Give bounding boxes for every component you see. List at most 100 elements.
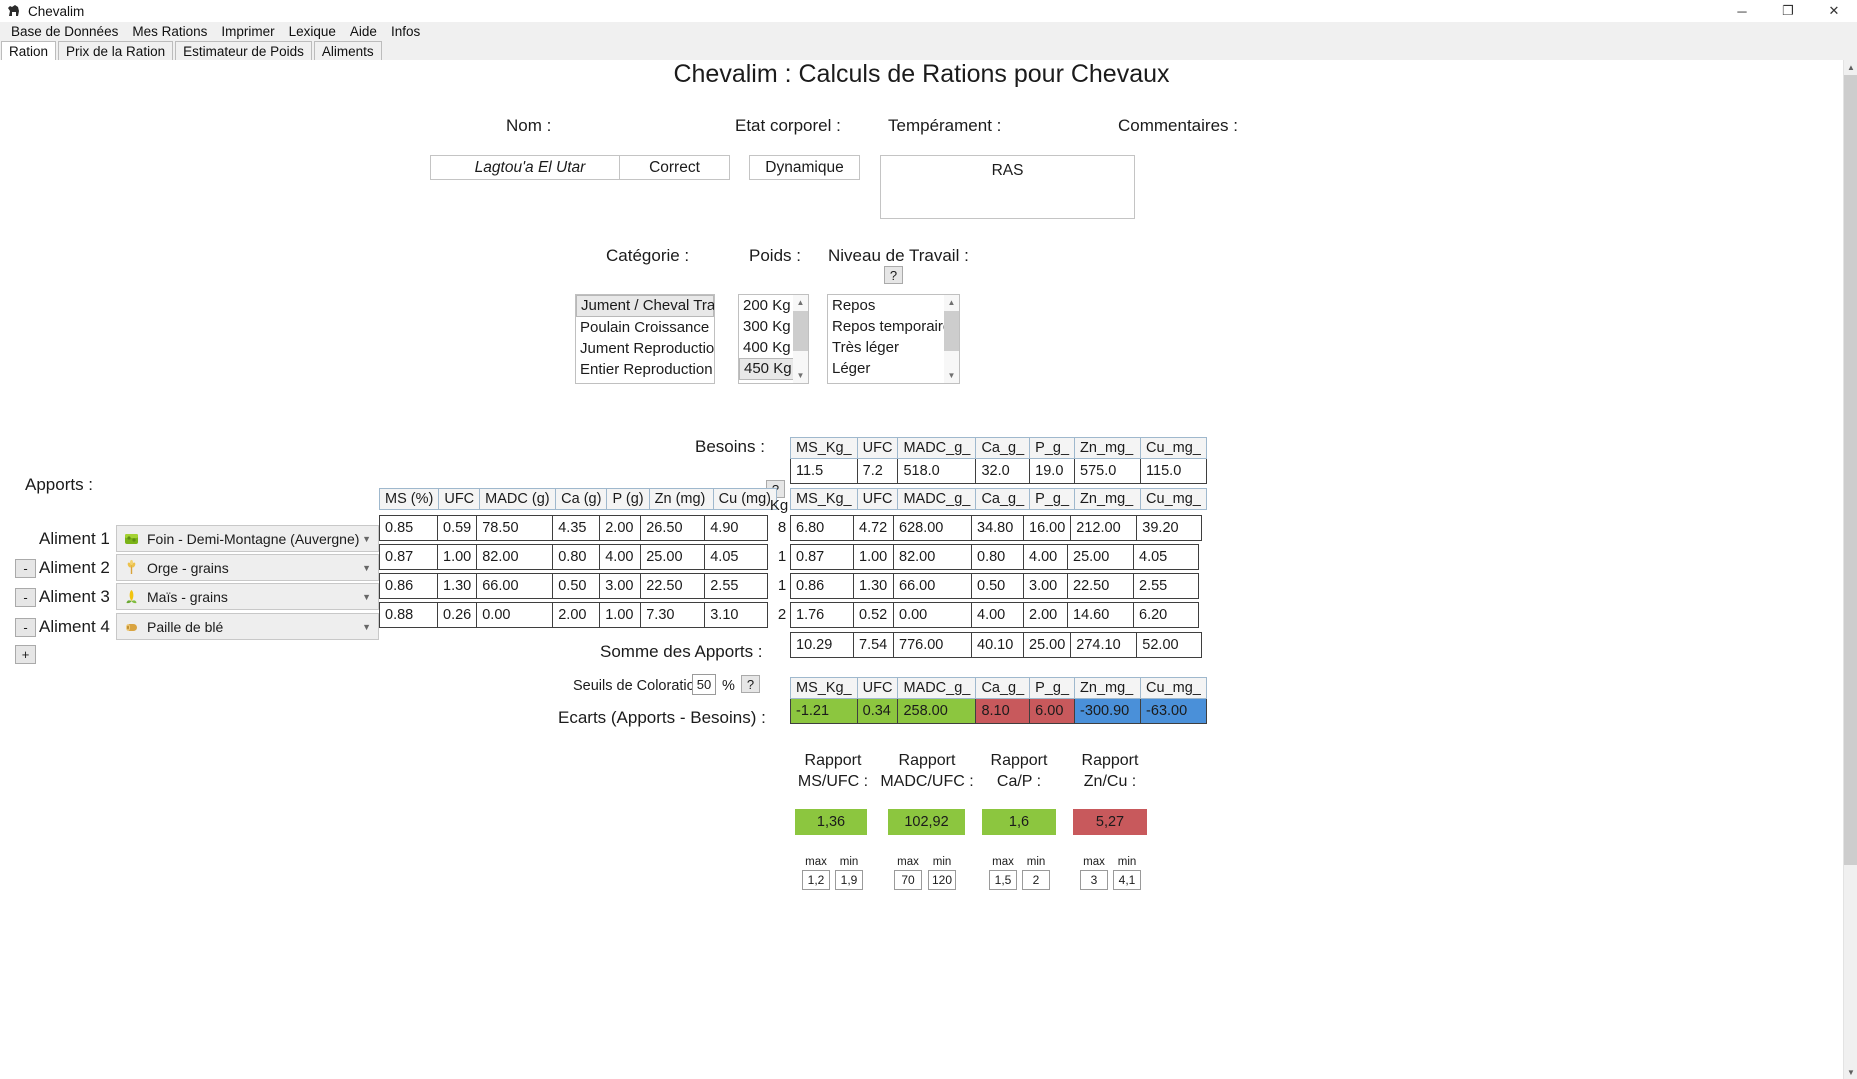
menu-item-aide[interactable]: Aide bbox=[343, 23, 384, 40]
rapport-2-max-input[interactable]: 70 bbox=[894, 870, 922, 890]
scroll-down-icon[interactable]: ▼ bbox=[793, 368, 808, 383]
tab-estimateur-de-poids[interactable]: Estimateur de Poids bbox=[175, 41, 312, 60]
seuils-input[interactable]: 50 bbox=[692, 674, 716, 695]
chevron-down-icon[interactable]: ▼ bbox=[362, 622, 371, 632]
travail-scrollbar[interactable]: ▲ ▼ bbox=[944, 295, 959, 383]
maximize-button[interactable]: ❐ bbox=[1765, 0, 1811, 22]
ecarts-value-ms: -1.21 bbox=[790, 698, 858, 724]
page-scroll-thumb[interactable] bbox=[1844, 75, 1857, 865]
unit-header-ms: MS (%) bbox=[378, 488, 440, 510]
menu-item-infos[interactable]: Infos bbox=[384, 23, 427, 40]
apports-total-row-1: 6.80 4.72 628.00 34.80 16.00 212.00 39.2… bbox=[790, 515, 1203, 541]
apports-unit-row-3: 0.86 1.30 66.00 0.50 3.00 22.50 2.55 bbox=[379, 573, 769, 599]
scroll-up-icon[interactable]: ▲ bbox=[1844, 60, 1857, 74]
chevron-down-icon[interactable]: ▼ bbox=[362, 563, 371, 573]
categorie-listbox[interactable]: Jument / Cheval Travail Poulain Croissan… bbox=[575, 294, 715, 384]
total-ms: 0.86 bbox=[790, 573, 854, 599]
besoins-value-ms: 11.5 bbox=[790, 458, 858, 484]
poids-listbox[interactable]: 200 Kg 300 Kg 400 Kg 450 Kg ▲ ▼ bbox=[738, 294, 809, 384]
categorie-option-0[interactable]: Jument / Cheval Travail bbox=[576, 295, 714, 317]
menu-item-mes-rations[interactable]: Mes Rations bbox=[125, 23, 214, 40]
ecarts-header-cu: Cu_mg_ bbox=[1140, 677, 1207, 699]
aliment-1-combobox[interactable]: Foin - Demi-Montagne (Auvergne) ▼ bbox=[116, 525, 379, 552]
rapport-3-max-input[interactable]: 1,5 bbox=[989, 870, 1017, 890]
total-p: 16.00 bbox=[1022, 515, 1072, 541]
scroll-up-icon[interactable]: ▲ bbox=[793, 295, 808, 310]
remove-aliment-3-button[interactable]: - bbox=[15, 588, 36, 607]
rapport-1-min-input[interactable]: 1,9 bbox=[835, 870, 863, 890]
poids-scrollbar[interactable]: ▲ ▼ bbox=[793, 295, 808, 383]
ecarts-value-ufc: 0.34 bbox=[856, 698, 899, 724]
menubar: Base de Données Mes Rations Imprimer Lex… bbox=[0, 22, 1857, 41]
ecarts-value-zn: -300.90 bbox=[1074, 698, 1142, 724]
ecarts-header-p: P_g_ bbox=[1029, 677, 1076, 699]
scroll-up-icon[interactable]: ▲ bbox=[944, 295, 959, 310]
poids-scroll-thumb[interactable] bbox=[793, 311, 808, 351]
scroll-down-icon[interactable]: ▼ bbox=[1844, 1065, 1857, 1079]
rapport-2-min-input[interactable]: 120 bbox=[928, 870, 956, 890]
rapport-4-min-input[interactable]: 4,1 bbox=[1113, 870, 1141, 890]
somme-madc: 776.00 bbox=[893, 632, 972, 658]
tabstrip: Ration Prix de la Ration Estimateur de P… bbox=[0, 41, 1857, 60]
table-row: 0.86 1.30 66.00 0.50 3.00 22.50 2.55 bbox=[790, 573, 1199, 599]
remove-aliment-4-button[interactable]: - bbox=[15, 618, 36, 637]
seuils-help-button[interactable]: ? bbox=[741, 675, 760, 693]
poids-label: Poids : bbox=[749, 246, 801, 265]
table-row: 0.88 0.26 0.00 2.00 1.00 7.30 3.10 bbox=[379, 602, 769, 628]
page-scrollbar[interactable]: ▲ ▼ bbox=[1843, 60, 1857, 1079]
aliment-4-combobox[interactable]: Paille de blé ▼ bbox=[116, 613, 379, 640]
nom-input[interactable]: Lagtou'a El Utar bbox=[430, 155, 630, 180]
commentaires-textarea[interactable]: RAS bbox=[880, 155, 1135, 219]
besoins-header-ca: Ca_g_ bbox=[975, 437, 1031, 459]
unit-ca: 0.50 bbox=[552, 573, 601, 599]
close-button[interactable]: ✕ bbox=[1811, 0, 1857, 22]
travail-option-0[interactable]: Repos bbox=[828, 295, 959, 316]
categorie-option-2[interactable]: Jument Reproduction bbox=[576, 338, 714, 359]
rapport-1-min-label: min bbox=[839, 856, 859, 868]
tab-prix-de-la-ration[interactable]: Prix de la Ration bbox=[58, 41, 174, 60]
unit-cu: 3.10 bbox=[704, 602, 769, 628]
besoins-value-cu: 115.0 bbox=[1140, 458, 1207, 484]
travail-option-1[interactable]: Repos temporaire bbox=[828, 316, 959, 337]
ecarts-header-ufc: UFC bbox=[856, 677, 899, 699]
remove-aliment-2-button[interactable]: - bbox=[15, 559, 36, 578]
rapport-3-min-input[interactable]: 2 bbox=[1022, 870, 1050, 890]
categorie-option-3[interactable]: Entier Reproduction bbox=[576, 359, 714, 380]
total-p: 2.00 bbox=[1023, 602, 1068, 628]
chevron-down-icon[interactable]: ▼ bbox=[362, 592, 371, 602]
rapport-4-max-input[interactable]: 3 bbox=[1080, 870, 1108, 890]
etat-corporel-input[interactable]: Correct bbox=[619, 155, 730, 180]
rapport-1-title-line2: MS/UFC : bbox=[797, 773, 869, 790]
minimize-button[interactable]: ─ bbox=[1719, 0, 1765, 22]
total-ufc: 4.72 bbox=[853, 515, 894, 541]
travail-scroll-thumb[interactable] bbox=[944, 311, 959, 351]
unit-ms: 0.86 bbox=[379, 573, 438, 599]
total-header-cu: Cu_mg_ bbox=[1140, 488, 1207, 510]
travail-option-3[interactable]: Léger bbox=[828, 358, 959, 379]
tab-ration[interactable]: Ration bbox=[1, 41, 57, 60]
rapport-1-max-input[interactable]: 1,2 bbox=[802, 870, 830, 890]
menu-item-imprimer[interactable]: Imprimer bbox=[214, 23, 281, 40]
add-aliment-button[interactable]: + bbox=[15, 645, 36, 664]
unit-zn: 26.50 bbox=[640, 515, 706, 541]
temperament-input[interactable]: Dynamique bbox=[749, 155, 860, 180]
total-ms: 6.80 bbox=[790, 515, 854, 541]
chevron-down-icon[interactable]: ▼ bbox=[362, 534, 371, 544]
niveau-travail-help-button[interactable]: ? bbox=[884, 266, 903, 284]
travail-option-2[interactable]: Très léger bbox=[828, 337, 959, 358]
apports-total-row-3: 0.86 1.30 66.00 0.50 3.00 22.50 2.55 bbox=[790, 573, 1199, 599]
total-header-p: P_g_ bbox=[1029, 488, 1076, 510]
menu-item-lexique[interactable]: Lexique bbox=[282, 23, 343, 40]
categorie-option-1[interactable]: Poulain Croissance bbox=[576, 317, 714, 338]
scroll-down-icon[interactable]: ▼ bbox=[944, 368, 959, 383]
menu-item-base-de-donnees[interactable]: Base de Données bbox=[4, 23, 125, 40]
total-header-zn: Zn_mg_ bbox=[1074, 488, 1142, 510]
besoins-header-ms: MS_Kg_ bbox=[790, 437, 858, 459]
aliment-2-combobox[interactable]: Orge - grains ▼ bbox=[116, 554, 379, 581]
niveau-travail-listbox[interactable]: Repos Repos temporaire Très léger Léger … bbox=[827, 294, 960, 384]
tab-aliments[interactable]: Aliments bbox=[313, 41, 382, 60]
aliment-3-combobox[interactable]: Maïs - grains ▼ bbox=[116, 583, 379, 610]
total-zn: 25.00 bbox=[1067, 544, 1134, 570]
table-row: 0.87 1.00 82.00 0.80 4.00 25.00 4.05 bbox=[379, 544, 769, 570]
table-row: 0.87 1.00 82.00 0.80 4.00 25.00 4.05 bbox=[790, 544, 1199, 570]
